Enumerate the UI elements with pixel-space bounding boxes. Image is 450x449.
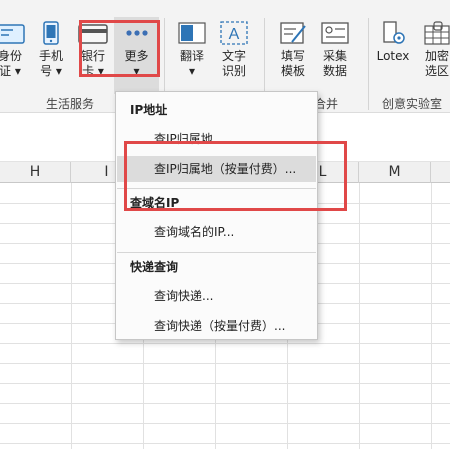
encrypt-selection-button[interactable]: 加密 选区 (420, 20, 450, 79)
encrypt-icon (424, 21, 450, 45)
menu-section-express: 快递查询 (130, 260, 179, 274)
text-recognition-button[interactable]: A 文字 识别 (218, 20, 250, 79)
phone-number-label-1: 手机 (38, 49, 63, 63)
text-recognition-icon: A (220, 21, 248, 45)
menu-separator (117, 188, 316, 189)
bank-card-label-2: 卡 ▾ (82, 64, 104, 78)
more-label-2: ▾ (133, 64, 140, 78)
menu-item-express-query[interactable]: 查询快递... (117, 283, 316, 309)
more-label-1: 更多 (124, 49, 149, 63)
grid-line (0, 403, 450, 404)
phone-number-label-2: 号 ▾ (40, 64, 62, 78)
translate-button[interactable]: 翻译 ▾ (176, 20, 208, 79)
identity-card-button[interactable]: 身份 证 ▾ (0, 20, 26, 79)
menu-item-express-query-paid[interactable]: 查询快递（按量付费）... (117, 313, 316, 339)
fill-template-icon (280, 22, 306, 44)
group-label-life-services: 生活服务 (46, 97, 95, 111)
menu-item-ip-lookup[interactable]: 查IP归属地 (117, 126, 316, 152)
lotex-icon (383, 21, 405, 44)
fill-template-button[interactable]: 填写 模板 (276, 20, 310, 79)
more-dots-icon (125, 30, 148, 36)
fill-template-label-1: 填写 (280, 49, 305, 63)
column-header-n[interactable] (431, 162, 450, 183)
phone-number-button[interactable]: 手机 号 ▾ (35, 20, 67, 79)
collect-data-icon (321, 22, 349, 44)
translate-label-2: ▾ (188, 64, 196, 78)
encrypt-label-2: 选区 (424, 64, 449, 78)
menu-section-domain-ip: 查域名IP (130, 196, 180, 210)
fill-template-label-2: 模板 (280, 64, 305, 78)
text-recognition-label-1: 文字 (221, 49, 246, 63)
identity-card-label-2: 证 ▾ (0, 64, 21, 78)
group-label-creative-lab: 创意实验室 (382, 97, 443, 111)
menu-separator (117, 252, 316, 253)
grid-line (0, 343, 450, 344)
grid-line (0, 383, 450, 384)
more-dropdown-menu: IP地址 查IP归属地 查IP归属地（按量付费）... 查域名IP 查询域名的I… (115, 91, 318, 340)
menu-item-domain-ip-query[interactable]: 查询域名的IP... (117, 219, 316, 245)
id-card-icon (0, 24, 25, 44)
bank-card-icon (78, 24, 108, 44)
grid-line (0, 363, 450, 364)
ribbon-separator (368, 18, 369, 110)
encrypt-label-1: 加密 (424, 49, 449, 63)
more-button[interactable]: 更多 ▾ (114, 17, 159, 94)
column-header-m[interactable]: M (359, 162, 431, 183)
translate-icon (178, 22, 206, 44)
collect-data-label-1: 采集 (322, 49, 347, 63)
bank-card-button[interactable]: 银行 卡 ▾ (77, 20, 109, 79)
lotex-label: Lotex (376, 49, 410, 63)
phone-icon (43, 21, 59, 45)
menu-section-ip-address: IP地址 (130, 103, 168, 117)
svg-text:A: A (229, 26, 240, 43)
translate-label-1: 翻译 (179, 49, 204, 63)
collect-data-button[interactable]: 采集 数据 (318, 20, 352, 79)
grid-line (0, 443, 450, 444)
identity-card-label-1: 身份 (0, 49, 22, 63)
column-header-h[interactable]: H (0, 162, 71, 183)
collect-data-label-2: 数据 (322, 64, 347, 78)
bank-card-label-1: 银行 (80, 49, 105, 63)
text-recognition-label-2: 识别 (221, 64, 246, 78)
menu-item-ip-lookup-paid[interactable]: 查IP归属地（按量付费）... (117, 156, 316, 182)
grid-line (0, 423, 450, 424)
lotex-button[interactable]: Lotex (375, 20, 411, 64)
